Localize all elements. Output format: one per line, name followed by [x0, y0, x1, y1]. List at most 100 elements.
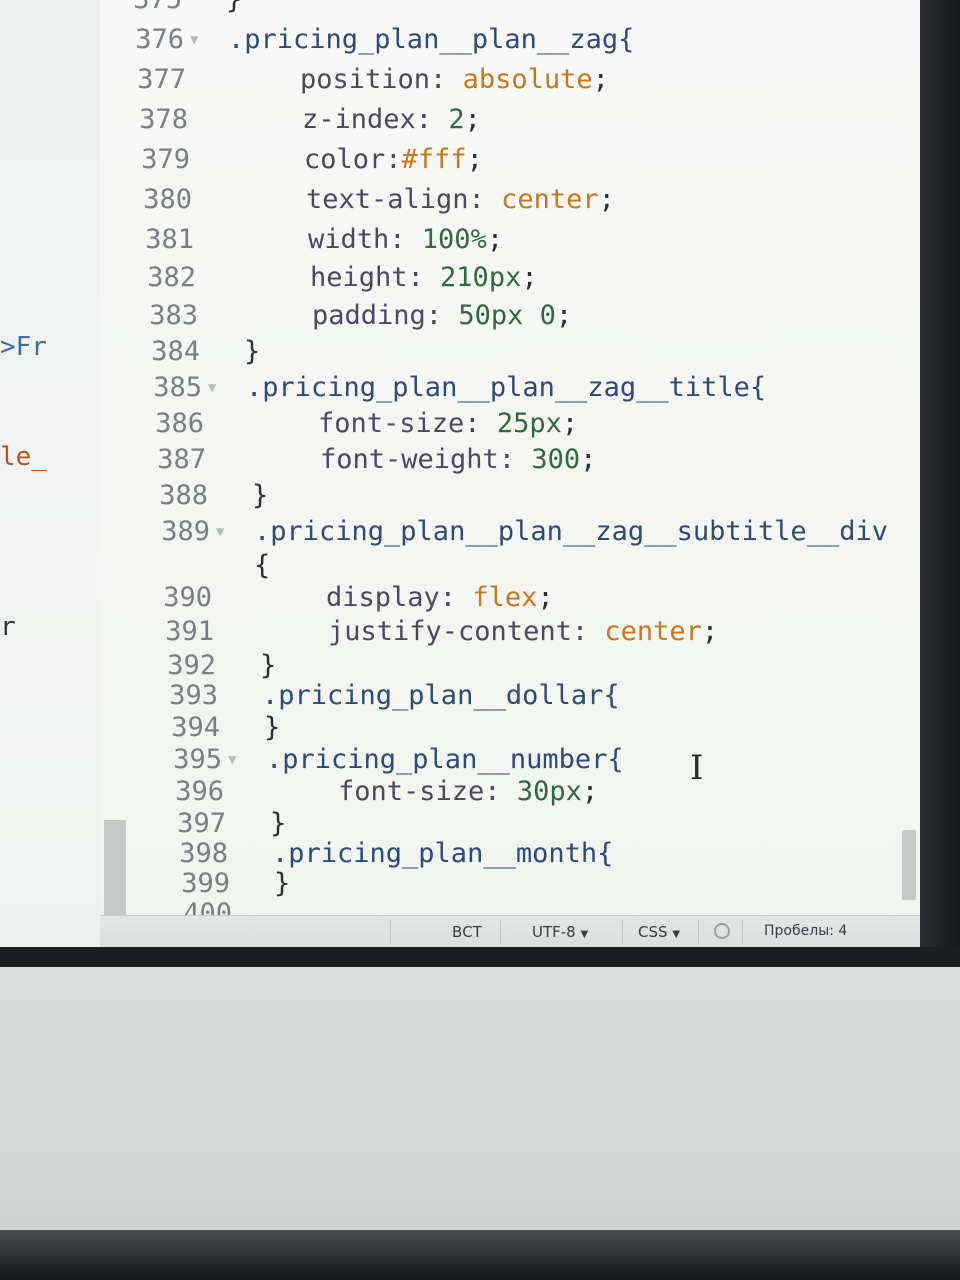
code-token: color: — [304, 144, 402, 175]
code-token: } — [252, 480, 269, 511]
code-text: .pricing_plan__plan__zag{ — [228, 22, 634, 58]
line-number: 385 — [153, 372, 202, 403]
code-token: ; — [537, 582, 554, 613]
code-token: 25px — [496, 408, 562, 439]
code-text: } — [252, 478, 268, 514]
code-token: ; — [555, 300, 573, 331]
line-number: 387 — [157, 444, 206, 475]
code-line[interactable]: 386 font-size: 25px; — [100, 406, 920, 442]
status-bar: ВСТ UTF-8 ▼ CSS ▼ Пробелы: 4 — [100, 915, 920, 948]
status-separator — [698, 920, 699, 944]
code-line[interactable]: 389 ▼ .pricing_plan__plan__zag__subtitle__… — [100, 514, 920, 550]
language-select[interactable]: CSS ▼ — [638, 923, 680, 941]
code-editor[interactable]: 375}376▼.pricing_plan__plan__zag{377posi… — [100, 0, 920, 915]
code-text: text-align: center; — [306, 182, 615, 218]
code-token: 50px 0 — [458, 300, 556, 331]
code-text: { — [254, 548, 270, 584]
code-line[interactable]: 387 font-weight: 300; — [100, 442, 920, 478]
code-token: .pricing_plan__plan__zag__title{ — [246, 372, 767, 403]
desk-edge — [0, 1230, 960, 1280]
code-line[interactable]: 393 .pricing_plan__dollar{ — [100, 678, 920, 714]
side-panel-fragment[interactable]: >Fr — [0, 332, 47, 362]
code-text: font-size: 30px; — [338, 774, 598, 810]
code-line[interactable]: 400 — [100, 896, 920, 915]
encoding-select[interactable]: UTF-8 ▼ — [532, 923, 588, 941]
code-line[interactable]: 384} — [100, 334, 920, 370]
code-text: } — [244, 334, 260, 370]
side-panel: >Fr le_ r — [0, 0, 101, 955]
insert-mode-indicator[interactable]: ВСТ — [452, 923, 482, 941]
code-token: } — [260, 650, 277, 681]
line-number: 384 — [151, 336, 200, 367]
chevron-down-icon: ▼ — [672, 929, 681, 940]
code-token: position: — [300, 64, 463, 95]
code-token: ; — [592, 64, 609, 95]
code-line[interactable]: 380 text-align: center; — [100, 182, 920, 218]
language-label: CSS — [638, 923, 668, 941]
code-text: .pricing_plan__number{ — [266, 742, 624, 778]
code-token: display: — [326, 582, 473, 613]
code-text: } — [264, 710, 280, 746]
fold-arrow-icon[interactable]: ▼ — [216, 514, 224, 550]
text-cursor-icon: I — [690, 748, 704, 788]
line-number: 380 — [143, 184, 192, 215]
linter-status-icon[interactable] — [714, 923, 730, 939]
code-line[interactable]: 376 ▼ .pricing_plan__plan__zag{ — [100, 22, 920, 58]
code-token: { — [254, 550, 271, 581]
code-token: 100% — [421, 224, 487, 255]
code-token: } — [274, 868, 291, 899]
code-text: padding: 50px 0; — [312, 298, 572, 334]
code-line[interactable]: 394} — [100, 710, 920, 746]
line-number: 382 — [147, 262, 196, 293]
code-text: .pricing_plan__plan__zag__subtitle__div — [254, 514, 888, 550]
code-text: .pricing_plan__plan__zag__title{ — [246, 370, 766, 406]
fold-arrow-icon[interactable]: ▼ — [190, 22, 198, 58]
code-text: z-index: 2; — [302, 102, 481, 138]
line-number: 375 — [100, 0, 182, 18]
code-line[interactable]: 385 ▼ .pricing_plan__plan__zag__title{ — [100, 370, 920, 406]
code-text: color:#fff; — [304, 142, 483, 178]
code-line[interactable]: 390 display: flex; — [100, 580, 920, 616]
code-line[interactable]: 379 color:#fff; — [100, 142, 920, 178]
fold-arrow-icon[interactable]: ▼ — [228, 742, 236, 778]
line-number: 395 — [173, 744, 222, 775]
code-token: .pricing_plan__number{ — [266, 744, 624, 775]
code-token: ; — [598, 184, 615, 215]
code-line[interactable]: 388} — [100, 478, 920, 514]
code-line[interactable]: 395 ▼ .pricing_plan__number{ — [100, 742, 920, 778]
code-line[interactable]: { — [100, 548, 920, 584]
code-token: ; — [561, 408, 579, 439]
encoding-label: UTF-8 — [532, 923, 576, 941]
code-line[interactable]: 375} — [100, 0, 920, 18]
line-number: 389 — [161, 516, 210, 547]
code-line[interactable]: 391 justify-content: center; — [100, 614, 920, 650]
code-line[interactable]: 381 width: 100%; — [100, 222, 920, 258]
monitor-bezel-bottom — [0, 947, 960, 967]
fold-arrow-icon[interactable]: ▼ — [208, 370, 216, 406]
code-token: text-align: — [306, 184, 502, 215]
code-line[interactable]: 396 font-size: 30px; — [100, 774, 920, 810]
code-text: font-weight: 300; — [320, 442, 596, 478]
code-text: height: 210px; — [310, 260, 538, 296]
code-token: ; — [464, 104, 481, 135]
code-line[interactable]: 382 height: 210px; — [100, 260, 920, 296]
line-number: 377 — [137, 64, 186, 95]
indent-spaces-setting[interactable]: Пробелы: 4 — [764, 923, 847, 939]
line-number: 400 — [183, 898, 232, 915]
side-panel-fragment[interactable]: r — [0, 612, 16, 642]
code-line[interactable]: 378 z-index: 2; — [100, 102, 920, 138]
side-panel-fragment[interactable]: le_ — [0, 442, 47, 472]
code-token: } — [244, 336, 261, 367]
status-separator — [742, 920, 743, 944]
code-token: ; — [486, 224, 504, 255]
code-token: justify-content: — [328, 616, 605, 647]
code-text: display: flex; — [326, 580, 554, 616]
code-token: center — [501, 184, 599, 215]
code-text: justify-content: center; — [328, 614, 718, 650]
code-token: 210px — [440, 262, 522, 293]
code-line[interactable]: 383 padding: 50px 0; — [100, 298, 920, 334]
line-number: 381 — [145, 224, 194, 255]
line-number: 394 — [171, 712, 220, 743]
code-token: .pricing_plan__dollar{ — [262, 680, 620, 711]
code-line[interactable]: 377 position: absolute; — [100, 62, 920, 98]
